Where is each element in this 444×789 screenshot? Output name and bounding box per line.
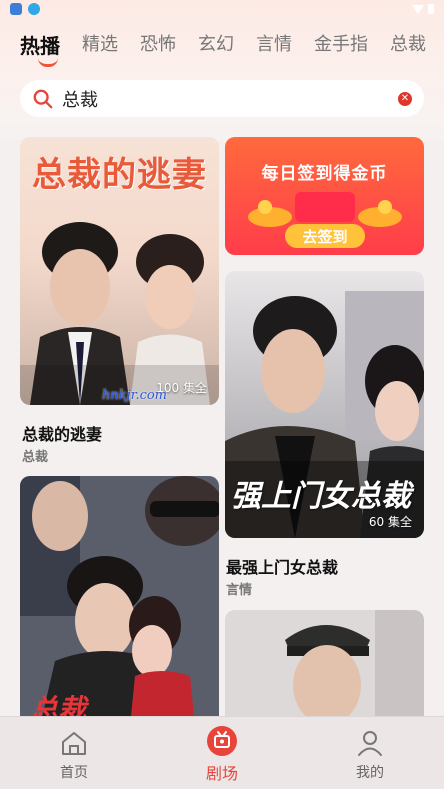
drama-card-poster[interactable] — [225, 610, 424, 726]
nav-profile[interactable]: 我的 — [315, 728, 425, 782]
profile-icon — [358, 731, 382, 756]
banner-title: 每日签到得金币 — [261, 164, 388, 184]
nav-home[interactable]: 首页 — [19, 728, 129, 782]
bottom-navigation: 首页 剧场 我的 — [0, 716, 444, 789]
battery-icon — [428, 4, 434, 14]
tab-horror[interactable]: 恐怖 — [140, 30, 176, 56]
search-input[interactable]: 总裁 — [62, 86, 398, 112]
drama-card-poster[interactable]: 总裁的逃妻 100 集全 hnkjr.com — [20, 137, 219, 405]
drama-tag: 总裁 — [22, 450, 49, 465]
tab-ceo[interactable]: 总裁 — [390, 30, 426, 56]
tab-fantasy[interactable]: 玄幻 — [198, 30, 234, 56]
drama-title[interactable]: 最强上门女总裁 — [226, 554, 338, 578]
app-notification-icon — [10, 3, 22, 15]
drama-card-poster[interactable]: 总裁 — [20, 476, 219, 726]
watermark-text: hnkjr.com — [102, 388, 168, 403]
tab-golden-finger[interactable]: 金手指 — [314, 30, 368, 56]
nav-theater-label: 剧场 — [205, 764, 238, 783]
episode-count: 60 集全 — [368, 515, 412, 529]
nav-profile-label: 我的 — [356, 765, 384, 781]
home-icon — [62, 732, 86, 755]
poster-image — [225, 610, 424, 726]
drama-title[interactable]: 总裁的逃妻 — [22, 421, 102, 445]
nav-theater[interactable]: 剧场 — [167, 726, 277, 784]
clear-icon[interactable]: ✕ — [398, 91, 412, 106]
search-bar[interactable]: 总裁 ✕ — [20, 80, 424, 117]
category-tabs: 热播 精选 恐怖 玄幻 言情 金手指 总裁 — [20, 30, 444, 67]
daily-checkin-banner[interactable]: 每日签到得金币 去签到 — [225, 137, 424, 255]
tab-hot[interactable]: 热播 — [20, 30, 60, 67]
tab-featured[interactable]: 精选 — [82, 30, 118, 56]
theater-icon — [207, 726, 237, 756]
drama-card-poster[interactable]: 强上门女总裁 60 集全 — [225, 271, 424, 538]
poster-title: 总裁的逃妻 — [32, 155, 207, 195]
status-bar — [0, 0, 444, 18]
poster-title: 强上门女总裁 — [231, 479, 411, 514]
search-icon — [33, 89, 53, 108]
nav-home-label: 首页 — [60, 765, 88, 781]
tab-romance[interactable]: 言情 — [256, 30, 292, 56]
checkin-button[interactable]: 去签到 — [285, 226, 365, 247]
wifi-icon — [412, 4, 424, 14]
drama-tag: 言情 — [226, 583, 253, 598]
header-background — [0, 0, 444, 140]
download-notification-icon — [28, 3, 40, 15]
